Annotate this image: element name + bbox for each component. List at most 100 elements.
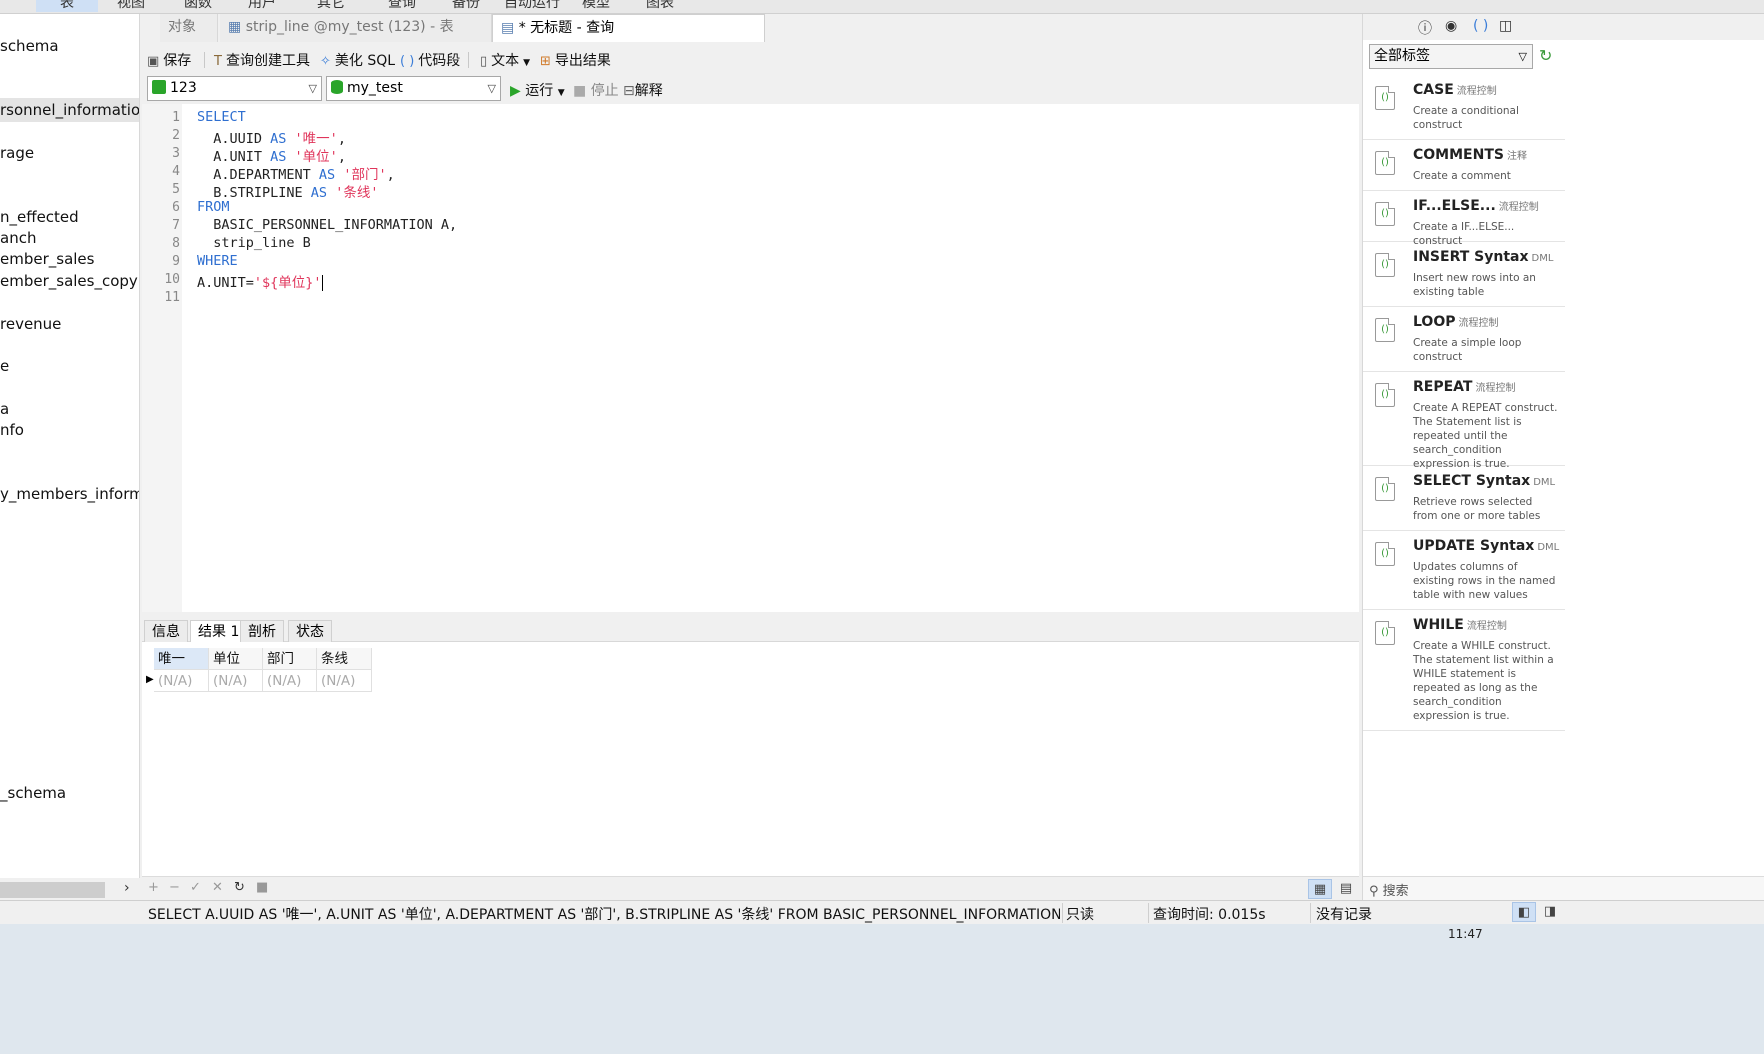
chevron-down-icon: ▽ [1518,50,1527,63]
line-number: 10 [164,272,180,287]
editor-tab-bar: 对象 ▦ strip_line @my_test (123) - 表 ▤ * 无… [142,14,1359,42]
refresh-snippets-icon[interactable]: ↻ [1539,46,1552,65]
sidebar-item[interactable]: a [0,400,9,418]
snippet-file-icon: () [1375,253,1395,277]
sidebar-item[interactable]: rage [0,144,34,162]
document-icon: ▯ [480,54,488,69]
sidebar-item[interactable]: y_members_informati [0,485,139,503]
save-button[interactable]: ▣ 保存 [147,50,191,70]
sql-editor[interactable]: 1 2 3 4 5 6 7 8 9 10 11 SELECT A.UUID AS… [142,104,1359,612]
code-line-2: A.UUID AS '唯一', [197,131,346,147]
tab-info[interactable]: 信息 [144,620,188,642]
explain-button[interactable]: ⊟解释 [623,80,663,100]
snippet-file-icon: () [1375,318,1395,342]
form-view-icon[interactable]: ▤ [1334,879,1358,899]
hammer-icon: T [214,54,222,69]
search-icon: ⚲ [1369,884,1379,899]
layout-icon[interactable]: ◫ [1499,18,1512,34]
column-header[interactable]: 条线 [317,648,372,670]
table-cell[interactable]: (N/A) [317,670,372,692]
status-sql-preview: SELECT A.UUID AS '唯一', A.UNIT AS '单位', A… [148,907,1060,923]
tab-result-1[interactable]: 结果 1 [190,620,248,642]
os-taskbar: 11:47 [0,924,1764,1054]
tab-strip-line-table[interactable]: ▦ strip_line @my_test (123) - 表 [220,14,492,42]
menu-model[interactable]: 模型 [582,0,610,12]
snippet-if-else[interactable]: () IF...ELSE... 流程控制 Create a IF...ELSE..… [1363,192,1565,247]
panel-right-icon[interactable]: ◨ [1538,902,1562,922]
status-record-count: 没有记录 [1316,907,1372,923]
code-snippet-icon[interactable]: ( ) [1473,18,1488,34]
code-line-5: B.STRIPLINE AS '条线' [197,185,379,201]
run-button[interactable]: ▶ 运行 ▼ [510,80,565,100]
snippet-insert[interactable]: () INSERT Syntax DML Insert new rows into… [1363,243,1565,307]
text-dropdown-button[interactable]: ▯ 文本 ▼ [480,50,530,70]
column-header[interactable]: 部门 [263,648,317,670]
sidebar-item[interactable]: e [0,357,9,375]
snippet-update[interactable]: () UPDATE Syntax DML Updates columns of e… [1363,532,1565,610]
result-tab-bar: 信息 结果 1 剖析 状态 [142,618,1359,642]
column-header[interactable]: 唯一 [154,648,209,670]
connection-select[interactable]: 123 ▽ [147,76,322,101]
chevron-right-icon[interactable]: › [124,880,130,896]
menu-other[interactable]: 其它 [317,0,345,12]
sidebar-item[interactable]: schema [0,37,59,55]
sidebar-item-selected[interactable]: rsonnel_information [0,98,139,122]
query-toolbar: ▣ 保存 T 查询创建工具 ✧ 美化 SQL ( ) 代码段 ▯ 文本 ▼ ⊞ 导出结果 [142,44,1359,74]
menu-function[interactable]: 函数 [184,0,212,12]
menu-user[interactable]: 用户 [248,0,276,12]
menu-query[interactable]: 查询 [388,0,416,12]
database-select[interactable]: my_test ▽ [326,76,501,101]
sidebar-item[interactable]: ember_sales_copy1 [0,272,139,290]
snippet-search[interactable]: ⚲ 搜索 [1363,876,1764,900]
query-builder-button[interactable]: T 查询创建工具 [214,50,310,70]
snippet-case[interactable]: () CASE 流程控制 Create a conditional constru… [1363,76,1565,140]
scrollbar-thumb[interactable] [0,882,105,898]
code-snippet-button[interactable]: ( ) 代码段 [400,50,460,70]
tab-objects[interactable]: 对象 [160,14,218,42]
menu-chart[interactable]: 图表 [646,0,674,12]
column-header[interactable]: 单位 [209,648,263,670]
snippet-repeat[interactable]: () REPEAT 流程控制 Create A REPEAT construct.… [1363,373,1565,470]
delete-record-icon[interactable]: − [169,880,180,895]
snippet-file-icon: () [1375,477,1395,501]
discard-icon[interactable]: ✕ [212,880,223,895]
stop-button[interactable]: ■ 停止 [573,80,619,100]
export-results-button[interactable]: ⊞ 导出结果 [540,50,611,70]
info-icon[interactable]: ⓘ [1418,18,1432,38]
preview-icon[interactable]: ◉ [1445,18,1457,34]
menu-backup[interactable]: 备份 [452,0,480,12]
snippet-loop[interactable]: () LOOP 流程控制 Create a simple loop constru… [1363,308,1565,372]
refresh-icon[interactable]: ↻ [234,880,245,895]
export-icon: ⊞ [540,54,551,69]
table-cell[interactable]: (N/A) [263,670,317,692]
line-number: 1 [172,110,180,125]
tab-profile[interactable]: 剖析 [240,620,284,642]
sidebar-scrollbar[interactable]: › [0,880,140,900]
add-record-icon[interactable]: + [148,880,159,895]
apply-icon[interactable]: ✓ [190,880,201,895]
panel-left-icon[interactable]: ◧ [1512,902,1536,922]
snippet-comments[interactable]: () COMMENTS 注释 Create a comment [1363,141,1565,191]
table-cell[interactable]: (N/A) [154,670,209,692]
menu-automation[interactable]: 自动运行 [504,0,560,12]
stop-icon[interactable]: ■ [256,880,268,895]
snippet-select[interactable]: () SELECT Syntax DML Retrieve rows select… [1363,467,1565,531]
sidebar-item[interactable]: ember_sales [0,250,94,268]
menu-table[interactable]: 表 [36,0,98,12]
sidebar-item[interactable]: nfo [0,421,24,439]
chevron-down-icon: ▽ [487,82,496,95]
sidebar-item[interactable]: anch [0,229,36,247]
taskbar-clock: 11:47 [1448,927,1483,941]
beautify-sql-button[interactable]: ✧ 美化 SQL [320,50,395,70]
snippet-while[interactable]: () WHILE 流程控制 Create a WHILE construct. T… [1363,611,1565,731]
sidebar-item[interactable]: _schema [0,784,66,802]
tab-label: strip_line @my_test (123) - 表 [245,19,454,35]
sidebar-item[interactable]: n_effected [0,208,79,226]
tab-status[interactable]: 状态 [288,620,332,642]
tag-filter-select[interactable]: 全部标签 ▽ [1369,44,1533,69]
table-cell[interactable]: (N/A) [209,670,263,692]
grid-view-icon[interactable]: ▦ [1308,879,1332,899]
menu-view[interactable]: 视图 [117,0,145,12]
sidebar-item[interactable]: revenue [0,315,61,333]
tab-untitled-query[interactable]: ▤ * 无标题 - 查询 [492,14,765,42]
